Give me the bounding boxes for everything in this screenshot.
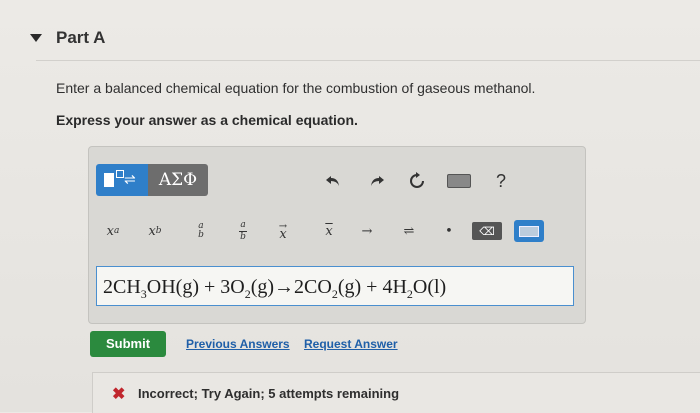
answer-instruction: Express your answer as a chemical equati…: [56, 112, 358, 128]
subscript-button[interactable]: xb: [138, 216, 172, 246]
template-superscript-icon: [116, 170, 124, 178]
submit-button[interactable]: Submit: [90, 331, 166, 357]
divider: [36, 60, 700, 61]
templates-button[interactable]: ⇌: [96, 164, 148, 196]
answer-segment: (g) + 4H: [337, 276, 407, 298]
answer-segment: O(l): [412, 276, 447, 298]
template-arrows-icon: ⇌: [124, 171, 136, 187]
redo-icon[interactable]: [362, 166, 392, 196]
mean-bar-button[interactable]: x: [312, 216, 346, 246]
keyboard-icon[interactable]: [444, 166, 474, 196]
collapse-chevron-icon[interactable]: [30, 34, 42, 42]
part-title: Part A: [56, 28, 106, 47]
superscript-button[interactable]: xa: [96, 216, 130, 246]
previous-answers-link[interactable]: Previous Answers: [186, 337, 290, 351]
answer-input[interactable]: 2CH3OH(g) + 3O2(g)→2CO2(g) + 4H2O(l): [96, 266, 574, 306]
dot-button[interactable]: •: [432, 216, 466, 246]
answer-segment: 2CH: [103, 276, 141, 298]
incorrect-icon: ✖: [112, 386, 126, 403]
undo-icon[interactable]: [318, 166, 348, 196]
question-prompt: Enter a balanced chemical equation for t…: [56, 80, 536, 96]
fraction-button[interactable]: ab: [184, 216, 218, 246]
fraction-bar-button[interactable]: ab: [226, 216, 260, 246]
answer-segment: (g)→2CO: [250, 276, 332, 298]
reaction-arrow-button[interactable]: →: [350, 216, 384, 246]
keyboard-toggle-icon[interactable]: [514, 220, 544, 242]
help-button[interactable]: ?: [486, 166, 516, 196]
template-block-icon: [104, 173, 114, 187]
reset-icon[interactable]: [402, 166, 432, 196]
backspace-icon[interactable]: ⌫: [472, 222, 502, 240]
feedback-message: Incorrect; Try Again; 5 attempts remaini…: [138, 386, 400, 401]
request-answer-link[interactable]: Request Answer: [304, 337, 398, 351]
greek-symbols-button[interactable]: ΑΣΦ: [148, 164, 208, 196]
equilibrium-arrow-button[interactable]: ⇌: [392, 216, 426, 246]
answer-segment: OH(g) + 3O: [146, 276, 245, 298]
vector-button[interactable]: → x: [266, 216, 300, 246]
